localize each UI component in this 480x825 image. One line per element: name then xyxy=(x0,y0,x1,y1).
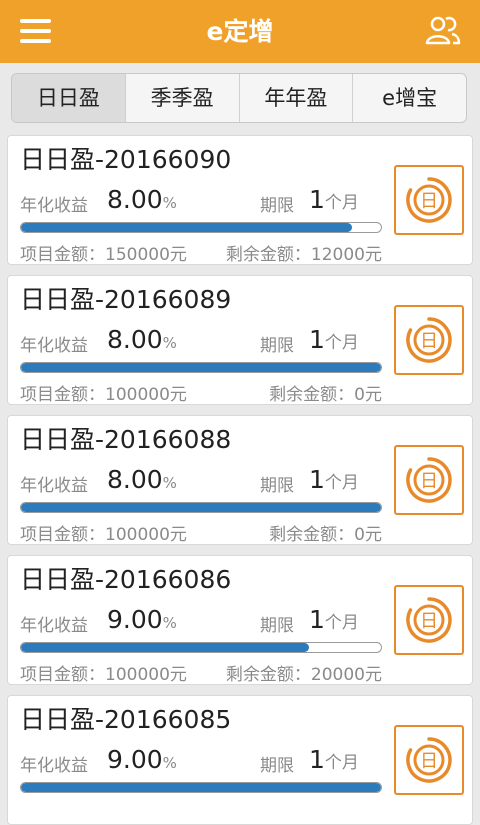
users-icon[interactable] xyxy=(424,13,462,47)
funding-progress-bar xyxy=(20,222,382,233)
rate-unit: % xyxy=(162,614,177,632)
rate-number: 8.00 xyxy=(107,465,163,494)
amount-row: 项目金额：100000元 剩余金额：0元 xyxy=(20,380,382,405)
term-label: 期限 xyxy=(260,476,294,496)
rate-value: 8.00% xyxy=(107,324,177,359)
project-amount: 项目金额：100000元 xyxy=(20,525,187,545)
rate-label: 年化收益 xyxy=(20,476,88,496)
daily-product-icon[interactable]: 日 xyxy=(394,305,464,375)
term-unit: 个月 xyxy=(324,333,359,353)
badge-glyph: 日 xyxy=(420,471,438,492)
product-stats: 年化收益 9.00% 期限 1个月 xyxy=(20,744,380,776)
rate-number: 9.00 xyxy=(107,745,163,774)
term-label: 期限 xyxy=(260,756,294,776)
product-card[interactable]: 日日盈-20166089 年化收益 8.00% 期限 1个月 项目金额：1000… xyxy=(7,275,473,405)
badge-glyph: 日 xyxy=(420,191,438,212)
rate-unit: % xyxy=(162,194,177,212)
product-stats: 年化收益 8.00% 期限 1个月 xyxy=(20,464,380,496)
term-label: 期限 xyxy=(260,616,294,636)
project-amount: 项目金额：150000元 xyxy=(20,245,187,265)
rate-number: 9.00 xyxy=(107,605,163,634)
tab-2[interactable]: 年年盈 xyxy=(240,74,354,122)
product-name: 日日盈-20166085 xyxy=(20,705,232,734)
badge-glyph: 日 xyxy=(420,611,438,632)
product-card[interactable]: 日日盈-20166088 年化收益 8.00% 期限 1个月 项目金额：1000… xyxy=(7,415,473,545)
term-unit: 个月 xyxy=(324,473,359,493)
product-name: 日日盈-20166090 xyxy=(20,145,232,174)
term-value: 1个月 xyxy=(309,464,359,499)
rate-label: 年化收益 xyxy=(20,616,88,636)
rate-value: 9.00% xyxy=(107,604,177,639)
product-card[interactable]: 日日盈-20166090 年化收益 8.00% 期限 1个月 项目金额：1500… xyxy=(7,135,473,265)
term-value: 1个月 xyxy=(309,324,359,359)
project-amount: 项目金额：100000元 xyxy=(20,385,187,405)
app-header: e定增 xyxy=(0,0,480,63)
funding-progress-bar xyxy=(20,642,382,653)
rate-unit: % xyxy=(162,474,177,492)
page-title: e定增 xyxy=(206,17,274,46)
term-number: 1 xyxy=(309,185,325,214)
project-amount: 项目金额：100000元 xyxy=(20,665,187,685)
term-unit: 个月 xyxy=(324,753,359,773)
term-unit: 个月 xyxy=(324,193,359,213)
product-card[interactable]: 日日盈-20166086 年化收益 9.00% 期限 1个月 项目金额：1000… xyxy=(7,555,473,685)
amount-row: 项目金额：150000元 剩余金额：12000元 xyxy=(20,240,382,265)
rate-unit: % xyxy=(162,754,177,772)
term-label: 期限 xyxy=(260,336,294,356)
daily-product-icon[interactable]: 日 xyxy=(394,445,464,515)
rate-label: 年化收益 xyxy=(20,336,88,356)
tab-1[interactable]: 季季盈 xyxy=(126,74,240,122)
product-name: 日日盈-20166086 xyxy=(20,565,232,594)
remaining-amount: 剩余金额：12000元 xyxy=(225,245,382,265)
rate-unit: % xyxy=(162,334,177,352)
remaining-amount: 剩余金额：0元 xyxy=(269,525,382,545)
progress-fill xyxy=(21,503,381,512)
term-number: 1 xyxy=(309,325,325,354)
term-value: 1个月 xyxy=(309,604,359,639)
remaining-amount: 剩余金额：0元 xyxy=(269,385,382,405)
rate-number: 8.00 xyxy=(107,325,163,354)
product-tabs: 日日盈 季季盈 年年盈 e增宝 xyxy=(11,73,467,123)
daily-product-icon[interactable]: 日 xyxy=(394,165,464,235)
rate-value: 8.00% xyxy=(107,464,177,499)
amount-row xyxy=(20,800,382,822)
rate-label: 年化收益 xyxy=(20,756,88,776)
term-value: 1个月 xyxy=(309,744,359,779)
tab-3[interactable]: e增宝 xyxy=(353,74,466,122)
daily-product-icon[interactable]: 日 xyxy=(394,585,464,655)
tab-0[interactable]: 日日盈 xyxy=(12,74,126,122)
term-number: 1 xyxy=(309,605,325,634)
progress-fill xyxy=(21,363,381,372)
amount-row: 项目金额：100000元 剩余金额：0元 xyxy=(20,520,382,545)
funding-progress-bar xyxy=(20,782,382,793)
funding-progress-bar xyxy=(20,502,382,513)
progress-fill xyxy=(21,643,309,652)
product-stats: 年化收益 8.00% 期限 1个月 xyxy=(20,184,380,216)
badge-glyph: 日 xyxy=(420,751,438,772)
term-number: 1 xyxy=(309,745,325,774)
product-name: 日日盈-20166089 xyxy=(20,285,232,314)
daily-product-icon[interactable]: 日 xyxy=(394,725,464,795)
product-card[interactable]: 日日盈-20166085 年化收益 9.00% 期限 1个月 日 xyxy=(7,695,473,825)
progress-fill xyxy=(21,223,353,232)
product-stats: 年化收益 8.00% 期限 1个月 xyxy=(20,324,380,356)
rate-label: 年化收益 xyxy=(20,196,88,216)
product-stats: 年化收益 9.00% 期限 1个月 xyxy=(20,604,380,636)
term-unit: 个月 xyxy=(324,613,359,633)
funding-progress-bar xyxy=(20,362,382,373)
remaining-amount: 剩余金额：20000元 xyxy=(225,665,382,685)
term-number: 1 xyxy=(309,465,325,494)
badge-glyph: 日 xyxy=(420,331,438,352)
rate-number: 8.00 xyxy=(107,185,163,214)
term-value: 1个月 xyxy=(309,184,359,219)
progress-fill xyxy=(21,783,381,792)
amount-row: 项目金额：100000元 剩余金额：20000元 xyxy=(20,660,382,685)
rate-value: 9.00% xyxy=(107,744,177,779)
rate-value: 8.00% xyxy=(107,184,177,219)
product-name: 日日盈-20166088 xyxy=(20,425,232,454)
term-label: 期限 xyxy=(260,196,294,216)
